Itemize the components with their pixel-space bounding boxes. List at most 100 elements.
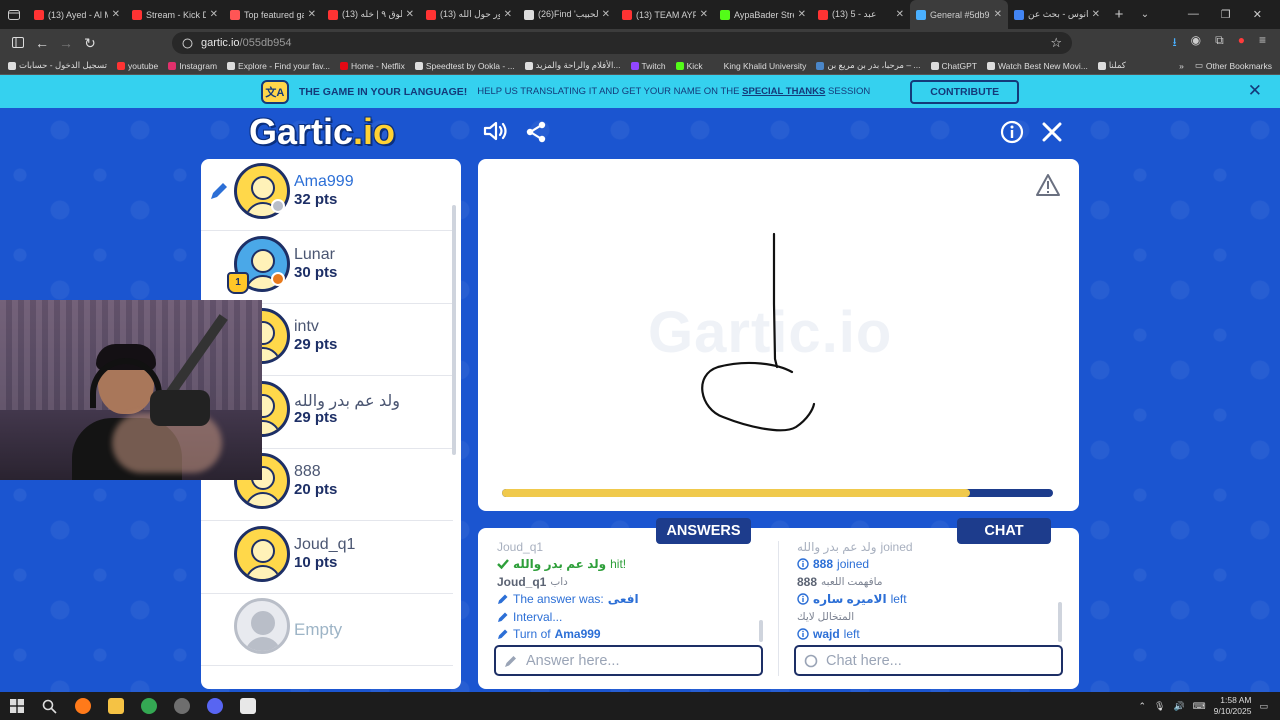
bookmark-item[interactable]: كملنا bbox=[1097, 60, 1126, 71]
minimize-icon[interactable]: — bbox=[1188, 8, 1199, 21]
bookmark-item[interactable]: تسجيل الدخول - حسابات bbox=[8, 60, 107, 71]
account-icon[interactable]: ◉ bbox=[1191, 33, 1201, 54]
browser-tab[interactable]: General #5db95 ✕ bbox=[910, 0, 1008, 29]
close-window-icon[interactable]: ✕ bbox=[1253, 8, 1262, 21]
answers-scrollbar[interactable] bbox=[759, 620, 763, 642]
browser-tab[interactable]: Stream - Kick Da ✕ bbox=[126, 0, 224, 29]
bookmark-item[interactable]: Home - Netflix bbox=[340, 60, 405, 71]
tab-close-icon[interactable]: ✕ bbox=[994, 9, 1002, 20]
tab-close-icon[interactable]: ✕ bbox=[504, 9, 512, 20]
bookmark-item[interactable]: Twitch bbox=[630, 60, 666, 71]
sidebar-toggle-icon[interactable] bbox=[6, 35, 30, 51]
restore-icon[interactable]: ❐ bbox=[1221, 8, 1231, 21]
players-scrollbar[interactable] bbox=[452, 205, 456, 455]
tab-close-icon[interactable]: ✕ bbox=[406, 9, 414, 20]
taskbar-app-explorer[interactable] bbox=[99, 692, 132, 720]
bookmark-item[interactable]: Watch Best New Movi... bbox=[986, 60, 1088, 71]
browser-tab[interactable]: (13) باور حول الله ✕ bbox=[420, 0, 518, 29]
tab-close-icon[interactable]: ✕ bbox=[700, 9, 708, 20]
trophy-icon: 1 bbox=[227, 271, 249, 294]
bookmark-item[interactable]: youtube bbox=[116, 60, 158, 71]
share-icon[interactable] bbox=[524, 120, 548, 144]
taskbar-app-chrome[interactable] bbox=[132, 692, 165, 720]
tab-close-icon[interactable]: ✕ bbox=[896, 9, 904, 20]
browser-tab[interactable]: (26)Find 'الحبيب' ✕ bbox=[518, 0, 616, 29]
tab-favicon-icon bbox=[818, 9, 828, 20]
browser-tab[interactable]: (13) 5 - عبد ✕ bbox=[812, 0, 910, 29]
tab-close-icon[interactable]: ✕ bbox=[602, 9, 610, 20]
chat-input-box[interactable] bbox=[794, 645, 1063, 676]
tab-close-icon[interactable]: ✕ bbox=[210, 9, 218, 20]
player-row[interactable]: Empty bbox=[201, 594, 453, 666]
taskbar-app-discord[interactable] bbox=[198, 692, 231, 720]
answer-input-box[interactable] bbox=[494, 645, 763, 676]
browser-tab[interactable]: (13) TEAM AYPA ✕ bbox=[616, 0, 714, 29]
info-icon[interactable] bbox=[1000, 120, 1024, 144]
tab-close-icon[interactable]: ✕ bbox=[798, 9, 806, 20]
clock-date: 9/10/2025 bbox=[1213, 706, 1252, 716]
chat-message: المتخالل لايك bbox=[797, 608, 1057, 626]
extensions-icon[interactable]: ⧉ bbox=[1215, 33, 1224, 54]
player-row[interactable]: Ama999 32 pts bbox=[201, 159, 453, 231]
player-row[interactable]: Joud_q1 10 pts bbox=[201, 522, 453, 594]
sound-icon[interactable] bbox=[483, 120, 509, 142]
reload-icon[interactable]: ↻ bbox=[78, 35, 102, 52]
chevron-up-icon[interactable]: ⌃ bbox=[1138, 701, 1146, 712]
forward-icon[interactable]: → bbox=[54, 35, 78, 51]
bookmark-item[interactable]: Kick bbox=[675, 60, 703, 71]
extension-red-icon[interactable]: ● bbox=[1238, 33, 1245, 54]
taskbar-app-obs[interactable] bbox=[165, 692, 198, 720]
tab-close-icon[interactable]: ✕ bbox=[112, 9, 120, 20]
drawing-canvas[interactable]: Gartic.io bbox=[478, 159, 1079, 511]
other-bookmarks[interactable]: » ▭ Other Bookmarks bbox=[1179, 60, 1280, 71]
notifications-icon[interactable]: ▭ bbox=[1259, 701, 1268, 712]
taskbar-app-store[interactable] bbox=[231, 692, 264, 720]
special-thanks-link[interactable]: SPECIAL THANKS bbox=[742, 86, 825, 97]
start-button[interactable] bbox=[0, 692, 33, 720]
bookmark-item[interactable]: ChatGPT bbox=[930, 60, 977, 71]
answers-message: Interval... bbox=[497, 608, 759, 626]
player-points: 30 pts bbox=[294, 263, 338, 281]
volume-icon[interactable]: 🔊 bbox=[1173, 701, 1184, 712]
bookmark-item[interactable]: Speedtest by Ookla - ... bbox=[414, 60, 515, 71]
bookmark-item[interactable]: Explore - Find your fav... bbox=[227, 60, 330, 71]
tab-search-button[interactable]: ⌄ bbox=[1132, 9, 1158, 20]
chevron-right-icon: » bbox=[1179, 60, 1184, 71]
clock[interactable]: 1:58 AM 9/10/2025 bbox=[1214, 695, 1252, 717]
player-name: ولد عم بدر والله bbox=[294, 392, 401, 410]
taskbar-app-firefox[interactable] bbox=[66, 692, 99, 720]
bookmark-item[interactable]: Instagram bbox=[168, 60, 217, 71]
browser-tab[interactable]: (13) Ayed - Al M ✕ bbox=[28, 0, 126, 29]
answer-input[interactable] bbox=[526, 652, 746, 669]
tab-close-icon[interactable]: ✕ bbox=[1092, 9, 1100, 20]
back-icon[interactable]: ← bbox=[30, 35, 54, 51]
chat-input[interactable] bbox=[826, 652, 1046, 669]
address-bar[interactable]: gartic.io/055db954 ☆ bbox=[172, 32, 1072, 54]
tab-actions-button[interactable] bbox=[0, 0, 28, 29]
bookmark-star-icon[interactable]: ☆ bbox=[1050, 35, 1062, 51]
browser-tab[interactable]: Top featured gar ✕ bbox=[224, 0, 322, 29]
new-tab-button[interactable]: + bbox=[1106, 6, 1132, 23]
bookmark-item[interactable]: الأفلام والراحة والمزيد... bbox=[524, 60, 621, 71]
keyboard-icon[interactable]: ⌨ bbox=[1193, 701, 1206, 712]
download-icon[interactable]: ⭳ bbox=[1172, 33, 1176, 54]
bookmark-item[interactable]: مرحبا، بدر بن مريع بن – ... bbox=[816, 60, 921, 71]
microphone-icon[interactable]: 🎙 bbox=[1154, 701, 1165, 712]
browser-tab[interactable]: (13) فلوق ٩ | خله ✕ bbox=[322, 0, 420, 29]
browser-tab[interactable]: فانوس - بحث عن ✕ bbox=[1008, 0, 1106, 29]
player-row[interactable]: Lunar 30 pts 1 bbox=[201, 232, 453, 304]
tab-favicon-icon bbox=[426, 9, 436, 20]
message-text: The answer was: bbox=[513, 592, 604, 607]
search-button[interactable] bbox=[33, 692, 66, 720]
bookmark-item[interactable]: King Khalid University bbox=[712, 60, 806, 71]
close-icon[interactable] bbox=[1040, 120, 1064, 144]
chat-scrollbar[interactable] bbox=[1058, 602, 1062, 642]
contribute-button[interactable]: CONTRIBUTE bbox=[910, 79, 1020, 104]
report-warning-icon[interactable] bbox=[1035, 173, 1061, 197]
menu-icon[interactable]: ≡ bbox=[1259, 33, 1266, 54]
tab-close-icon[interactable]: ✕ bbox=[308, 9, 316, 20]
tab-list-icon bbox=[8, 9, 20, 20]
browser-tab[interactable]: AypaBader Strea ✕ bbox=[714, 0, 812, 29]
banner-close-icon[interactable]: ✕ bbox=[1248, 81, 1262, 101]
site-info-icon[interactable] bbox=[182, 38, 193, 49]
